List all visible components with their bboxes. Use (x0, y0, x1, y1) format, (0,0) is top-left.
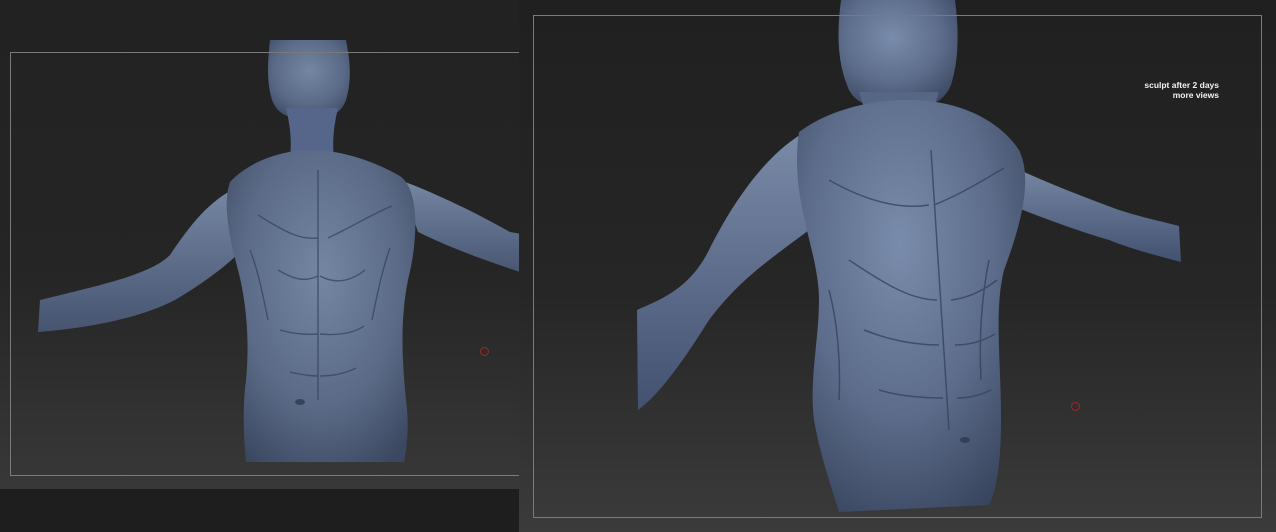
caption-line-2: more views (1172, 90, 1219, 100)
caption-line-1: sculpt after 2 days (1144, 80, 1219, 90)
circle-marker-icon[interactable] (480, 347, 489, 356)
circle-marker-icon[interactable] (1071, 402, 1080, 411)
sculpt-canvas: sculpt after 2 days more views (0, 0, 1276, 532)
caption-text: sculpt after 2 days more views (1144, 80, 1219, 100)
